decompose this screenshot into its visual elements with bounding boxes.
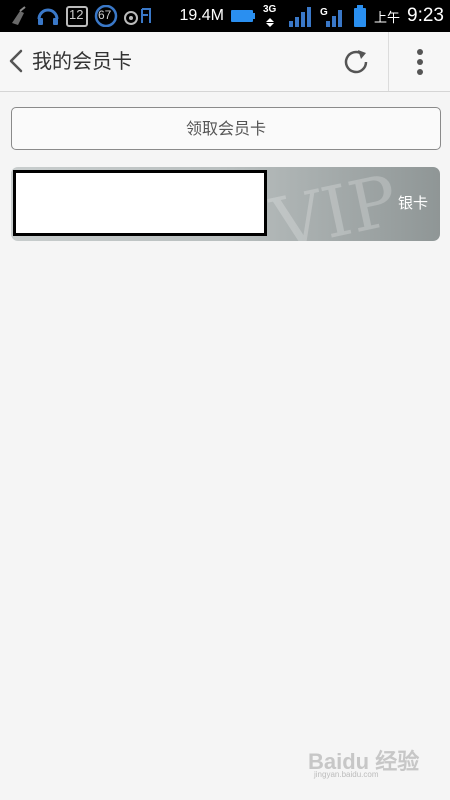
watermark-url: jingyan.baidu.com bbox=[314, 770, 379, 779]
app-bar: 我的会员卡 bbox=[0, 32, 450, 92]
chevron-left-icon bbox=[9, 49, 23, 73]
baidu-jingyan-watermark: Baidu 经验 jingyan.baidu.com bbox=[308, 742, 428, 782]
time-ampm: 上午 bbox=[374, 10, 401, 26]
music-note-icon bbox=[124, 8, 151, 25]
vip-watermark-icon: VIP bbox=[264, 167, 401, 241]
more-options-button[interactable] bbox=[404, 44, 436, 80]
refresh-icon bbox=[344, 50, 368, 74]
svg-text:G: G bbox=[320, 7, 328, 18]
page-title: 我的会员卡 bbox=[32, 49, 132, 73]
notif-count-67: 67 bbox=[98, 8, 112, 22]
notif-count-12: 12 bbox=[69, 7, 84, 22]
badge-67-icon: 67 bbox=[94, 5, 118, 27]
app-bar-divider bbox=[388, 32, 389, 91]
broom-icon bbox=[12, 6, 26, 25]
status-bar: 12 67 19.4M 3G G 上午 9:23 bbox=[0, 0, 450, 32]
card-level-label: 银卡 bbox=[397, 194, 428, 212]
card-info-redacted bbox=[13, 170, 267, 236]
signal-3g-icon bbox=[289, 7, 311, 27]
svg-text:VIP: VIP bbox=[264, 167, 401, 241]
status-bar-right: 19.4M 3G G 上午 9:23 bbox=[180, 4, 444, 28]
clock: 9:23 bbox=[407, 5, 444, 26]
network-speed: 19.4M bbox=[179, 7, 224, 24]
data-transfer-icon: 3G bbox=[262, 4, 280, 27]
back-button[interactable] bbox=[6, 44, 28, 78]
signal-g-icon: G bbox=[320, 7, 342, 27]
network-type-3g: 3G bbox=[263, 4, 277, 15]
headset-icon bbox=[37, 8, 59, 25]
battery-icon bbox=[354, 5, 366, 27]
status-bar-left: 12 67 bbox=[8, 4, 156, 28]
membership-card[interactable]: VIP 银卡 bbox=[11, 167, 440, 241]
refresh-button[interactable] bbox=[340, 46, 376, 78]
get-membership-card-button[interactable]: 领取会员卡 bbox=[11, 107, 441, 150]
battery-indicator-icon bbox=[231, 10, 255, 22]
calendar-icon: 12 bbox=[66, 5, 88, 27]
more-vertical-icon bbox=[417, 49, 423, 75]
